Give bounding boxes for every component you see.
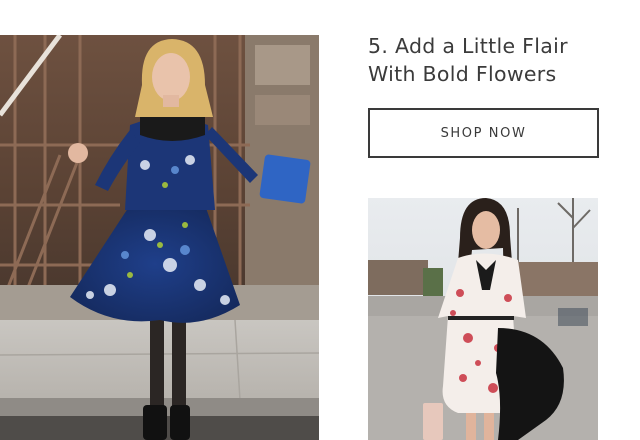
white-floral-dress-photo[interactable]: [368, 198, 598, 440]
navy-floral-dress-photo[interactable]: [0, 35, 319, 440]
headline-line-1: 5. Add a Little Flair: [368, 34, 568, 58]
shop-now-button[interactable]: SHOP NOW: [368, 108, 599, 158]
section-headline: 5. Add a Little Flair With Bold Flowers: [368, 32, 628, 88]
headline-line-2: With Bold Flowers: [368, 62, 557, 86]
